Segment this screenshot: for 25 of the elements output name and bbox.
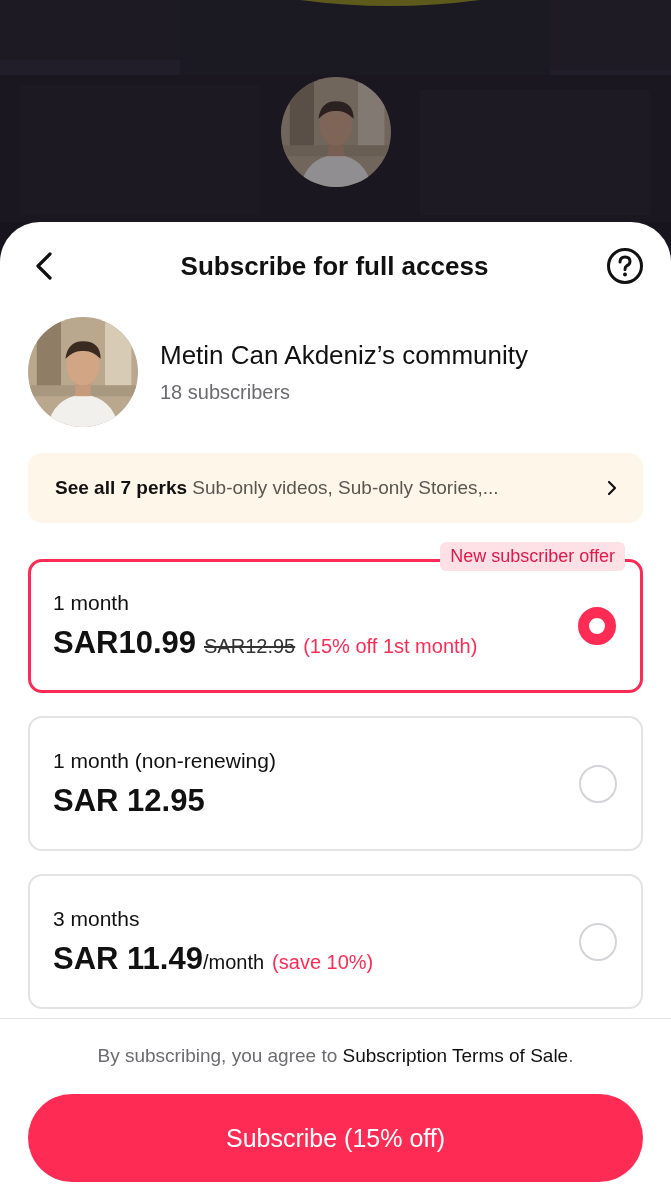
subscribe-button[interactable]: Subscribe (15% off) xyxy=(28,1094,643,1182)
plan-price: SAR 11.49 xyxy=(53,940,203,977)
offer-badge: New subscriber offer xyxy=(440,542,625,571)
help-button[interactable] xyxy=(605,246,645,286)
perks-summary: See all 7 perks Sub-only videos, Sub-only Stories,... xyxy=(55,477,499,499)
community-name: Metin Can Akdeniz’s community xyxy=(160,340,528,371)
plan-label: 1 month xyxy=(53,591,130,615)
terms-link[interactable]: Subscription Terms of Sale xyxy=(342,1045,569,1066)
discount-note: (save 10%) xyxy=(272,950,374,974)
chevron-right-icon xyxy=(607,480,617,496)
plan-option[interactable]: 3 months SAR 11.49/month (save 10%) xyxy=(28,874,643,1009)
plan-option[interactable]: 1 month (non-renewing) SAR 12.95 xyxy=(28,716,643,851)
original-price: SAR12.95 xyxy=(204,635,296,658)
plan-price: SAR10.99 xyxy=(53,625,197,661)
plan-price: SAR 12.95 xyxy=(53,782,205,819)
subscriber-count: 18 subscribers xyxy=(160,381,292,404)
help-icon xyxy=(606,247,644,285)
plan-label: 1 month (non-renewing) xyxy=(53,748,276,773)
terms-text: By subscribing, you agree to Subscription Terms of Sale. xyxy=(97,1045,574,1067)
price-unit: /month xyxy=(202,950,265,974)
radio-button[interactable] xyxy=(578,607,616,645)
perks-banner[interactable]: See all 7 perks Sub-only videos, Sub-only Stories,... xyxy=(28,453,643,523)
discount-note: (15% off 1st month) xyxy=(303,635,478,658)
sheet-title: Subscribe for full access xyxy=(180,250,489,282)
plan-label: 3 months xyxy=(53,906,141,931)
